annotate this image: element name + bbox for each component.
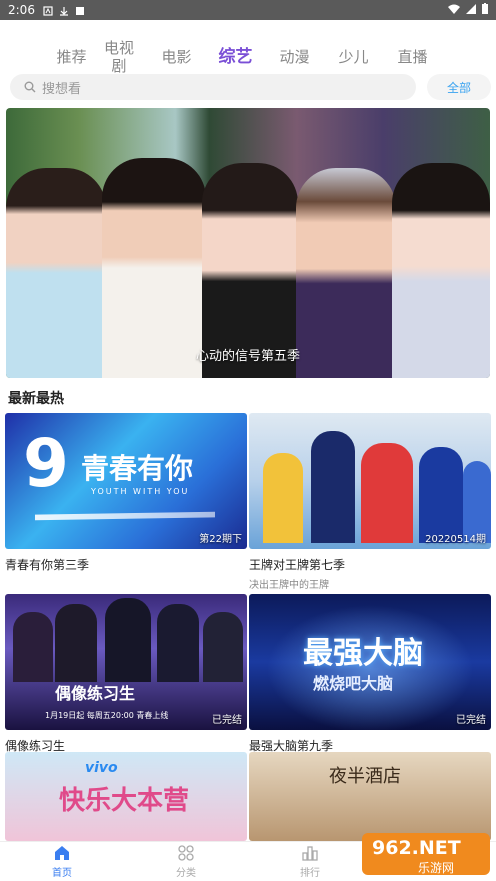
signal-icon [466,3,476,17]
cast-figure [157,604,199,682]
video-card[interactable]: 9 青春有你 YOUTH WITH YOU 第22期下 青春有你第三季 [5,413,247,573]
video-thumbnail: 偶像练习生 1月19日起 每周五20:00 青春上线 已完结 [5,594,247,730]
video-card[interactable]: 20220514期 王牌对王牌第七季 决出王牌中的王牌 [249,413,491,591]
download-icon [59,5,69,16]
home-icon [55,846,69,860]
section-title: 最新最热 [8,391,64,407]
tab-recommend[interactable]: 推荐 [42,48,101,66]
episode-badge: 20220514期 [425,534,486,545]
cast-figure [105,598,151,682]
cast-figure [55,604,97,682]
tab-tv-series[interactable]: 电视剧 [101,39,137,75]
tab-variety[interactable]: 综艺 [206,48,265,66]
search-input[interactable]: 搜想看 [10,74,416,100]
status-bar: 2:06 [0,0,496,20]
all-button[interactable]: 全部 [427,74,491,100]
cast-figure [203,612,243,682]
status-time: 2:06 [8,3,35,17]
cast-figure [361,443,413,543]
video-subtitle: 决出王牌中的王牌 [249,580,329,591]
nav-label: 分类 [176,868,196,879]
thumbnail-art-sub: 燃烧吧大脑 [313,674,394,693]
thumbnail-art-text: 快乐大本营 [59,786,190,816]
search-placeholder: 搜想看 [42,81,82,97]
notification-icon [43,5,53,16]
status-badge: 已完结 [212,715,242,726]
category-icon [178,845,194,861]
nav-ranking[interactable]: 排行 [248,842,372,881]
video-thumbnail: vivo 快乐大本营 [5,752,247,841]
banner-title: 心动的信号第五季 [195,349,300,364]
video-title: 王牌对王牌第七季 [249,558,346,572]
battery-icon [482,3,488,17]
thumbnail-art-sub: YOUTH WITH YOU [91,487,190,496]
watermark-subtext: 乐游网 [418,861,455,875]
thumbnail-art-sub: 1月19日起 每周五20:00 青春上线 [45,711,169,720]
cast-figure [311,431,355,543]
square-icon [75,5,85,15]
thumbnail-art-text: 最强大脑 [303,636,423,671]
video-card[interactable]: 偶像练习生 1月19日起 每周五20:00 青春上线 已完结 偶像练习生 [5,594,247,754]
cast-figure [13,612,53,682]
nav-label: 首页 [52,868,72,879]
tab-anime[interactable]: 动漫 [265,48,324,66]
site-watermark: 962.NET 乐游网 [362,831,490,877]
cast-figure [419,447,463,543]
thumbnail-art-text: 夜半酒店 [329,766,401,787]
tab-kids[interactable]: 少儿 [324,48,383,66]
thumbnail-logo-mark: 9 [23,425,69,502]
thumbnail-art-text: 青春有你 [81,452,194,485]
tab-movie[interactable]: 电影 [147,48,206,66]
video-card[interactable]: 夜半酒店 [249,752,491,841]
thumbnail-art-text: 偶像练习生 [55,684,136,703]
nav-label: 排行 [300,868,320,879]
video-title: 青春有你第三季 [5,558,90,572]
nav-category[interactable]: 分类 [124,842,248,881]
video-thumbnail: 20220514期 [249,413,491,549]
video-card[interactable]: 最强大脑 燃烧吧大脑 已完结 最强大脑第九季 [249,594,491,754]
featured-banner[interactable]: 心动的信号第五季 [6,108,490,378]
wifi-icon [448,4,460,17]
episode-badge: 第22期下 [199,534,242,545]
thumbnail-art-sub: vivo [85,760,118,776]
nav-home[interactable]: 首页 [0,842,124,881]
cast-figure [263,453,303,543]
video-thumbnail: 9 青春有你 YOUTH WITH YOU 第22期下 [5,413,247,549]
status-badge: 已完结 [456,715,486,726]
video-thumbnail: 最强大脑 燃烧吧大脑 已完结 [249,594,491,730]
ranking-icon [302,846,318,861]
category-tabs: 推荐 电视剧 电影 综艺 动漫 少儿 直播 [0,38,496,76]
watermark-text: 962.NET [372,837,461,859]
tab-live[interactable]: 直播 [383,48,442,66]
video-thumbnail: 夜半酒店 [249,752,491,841]
search-icon [24,81,36,93]
video-card[interactable]: vivo 快乐大本营 [5,752,247,841]
thumbnail-slogan [35,511,215,521]
